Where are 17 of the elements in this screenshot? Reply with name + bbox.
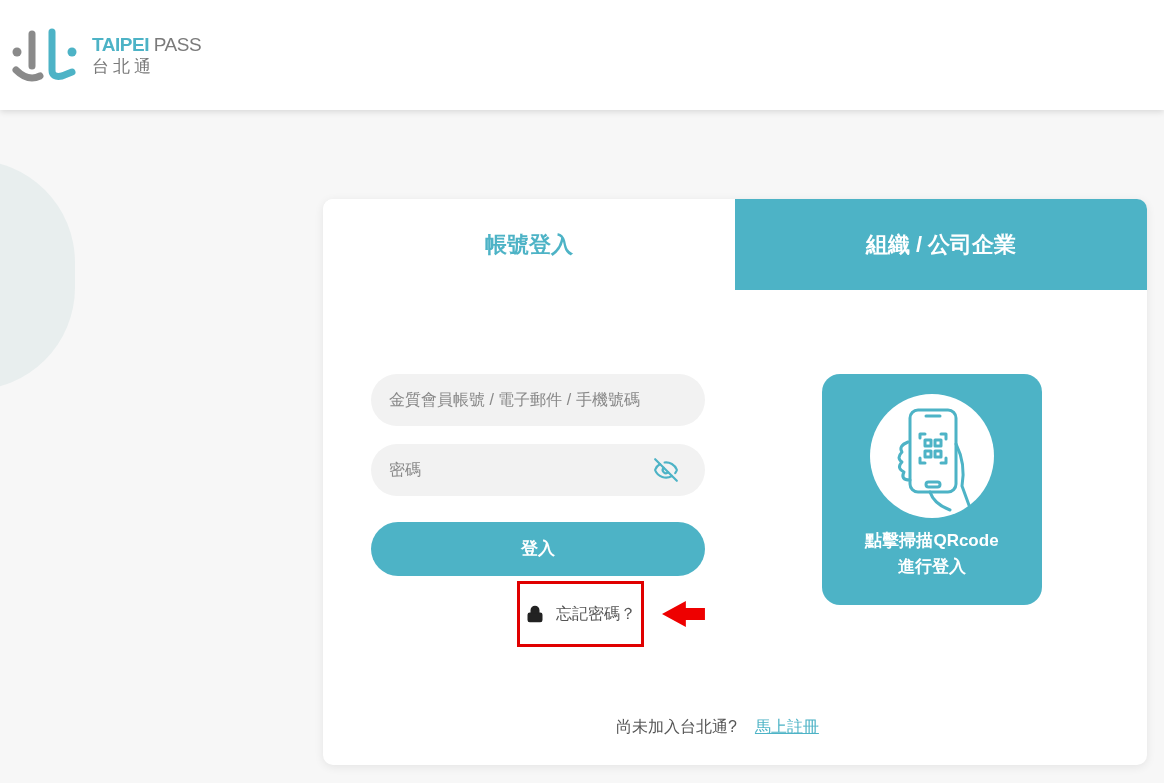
lock-icon [525, 605, 544, 623]
forgot-password-link[interactable]: 忘記密碼？ [555, 602, 636, 626]
login-button[interactable]: 登入 [371, 522, 705, 576]
login-tab[interactable]: 帳號登入 [323, 199, 735, 290]
account-input-field[interactable]: 金質會員帳號 / 電子郵件 / 手機號碼 [371, 374, 705, 426]
phone-qr-icon [870, 394, 994, 518]
register-prompt: 尚未加入台北通? [616, 717, 737, 737]
password-input-field[interactable]: 密碼 [371, 444, 705, 496]
qr-login-label: 進行登入 [898, 556, 966, 578]
eye-off-icon[interactable] [653, 457, 679, 483]
login-tab[interactable]: 組織 / 公司企業 [735, 199, 1147, 290]
qr-login-button[interactable]: 點擊掃描QRcode 進行登入 [822, 374, 1042, 605]
logo-title: TAIPEI PASS [92, 35, 202, 54]
register-link[interactable]: 馬上註冊 [754, 715, 819, 739]
qr-login-label: 點擊掃描QRcode [865, 530, 999, 552]
logo-icon [12, 26, 78, 84]
logo-subtitle: 台北通 [92, 58, 156, 75]
